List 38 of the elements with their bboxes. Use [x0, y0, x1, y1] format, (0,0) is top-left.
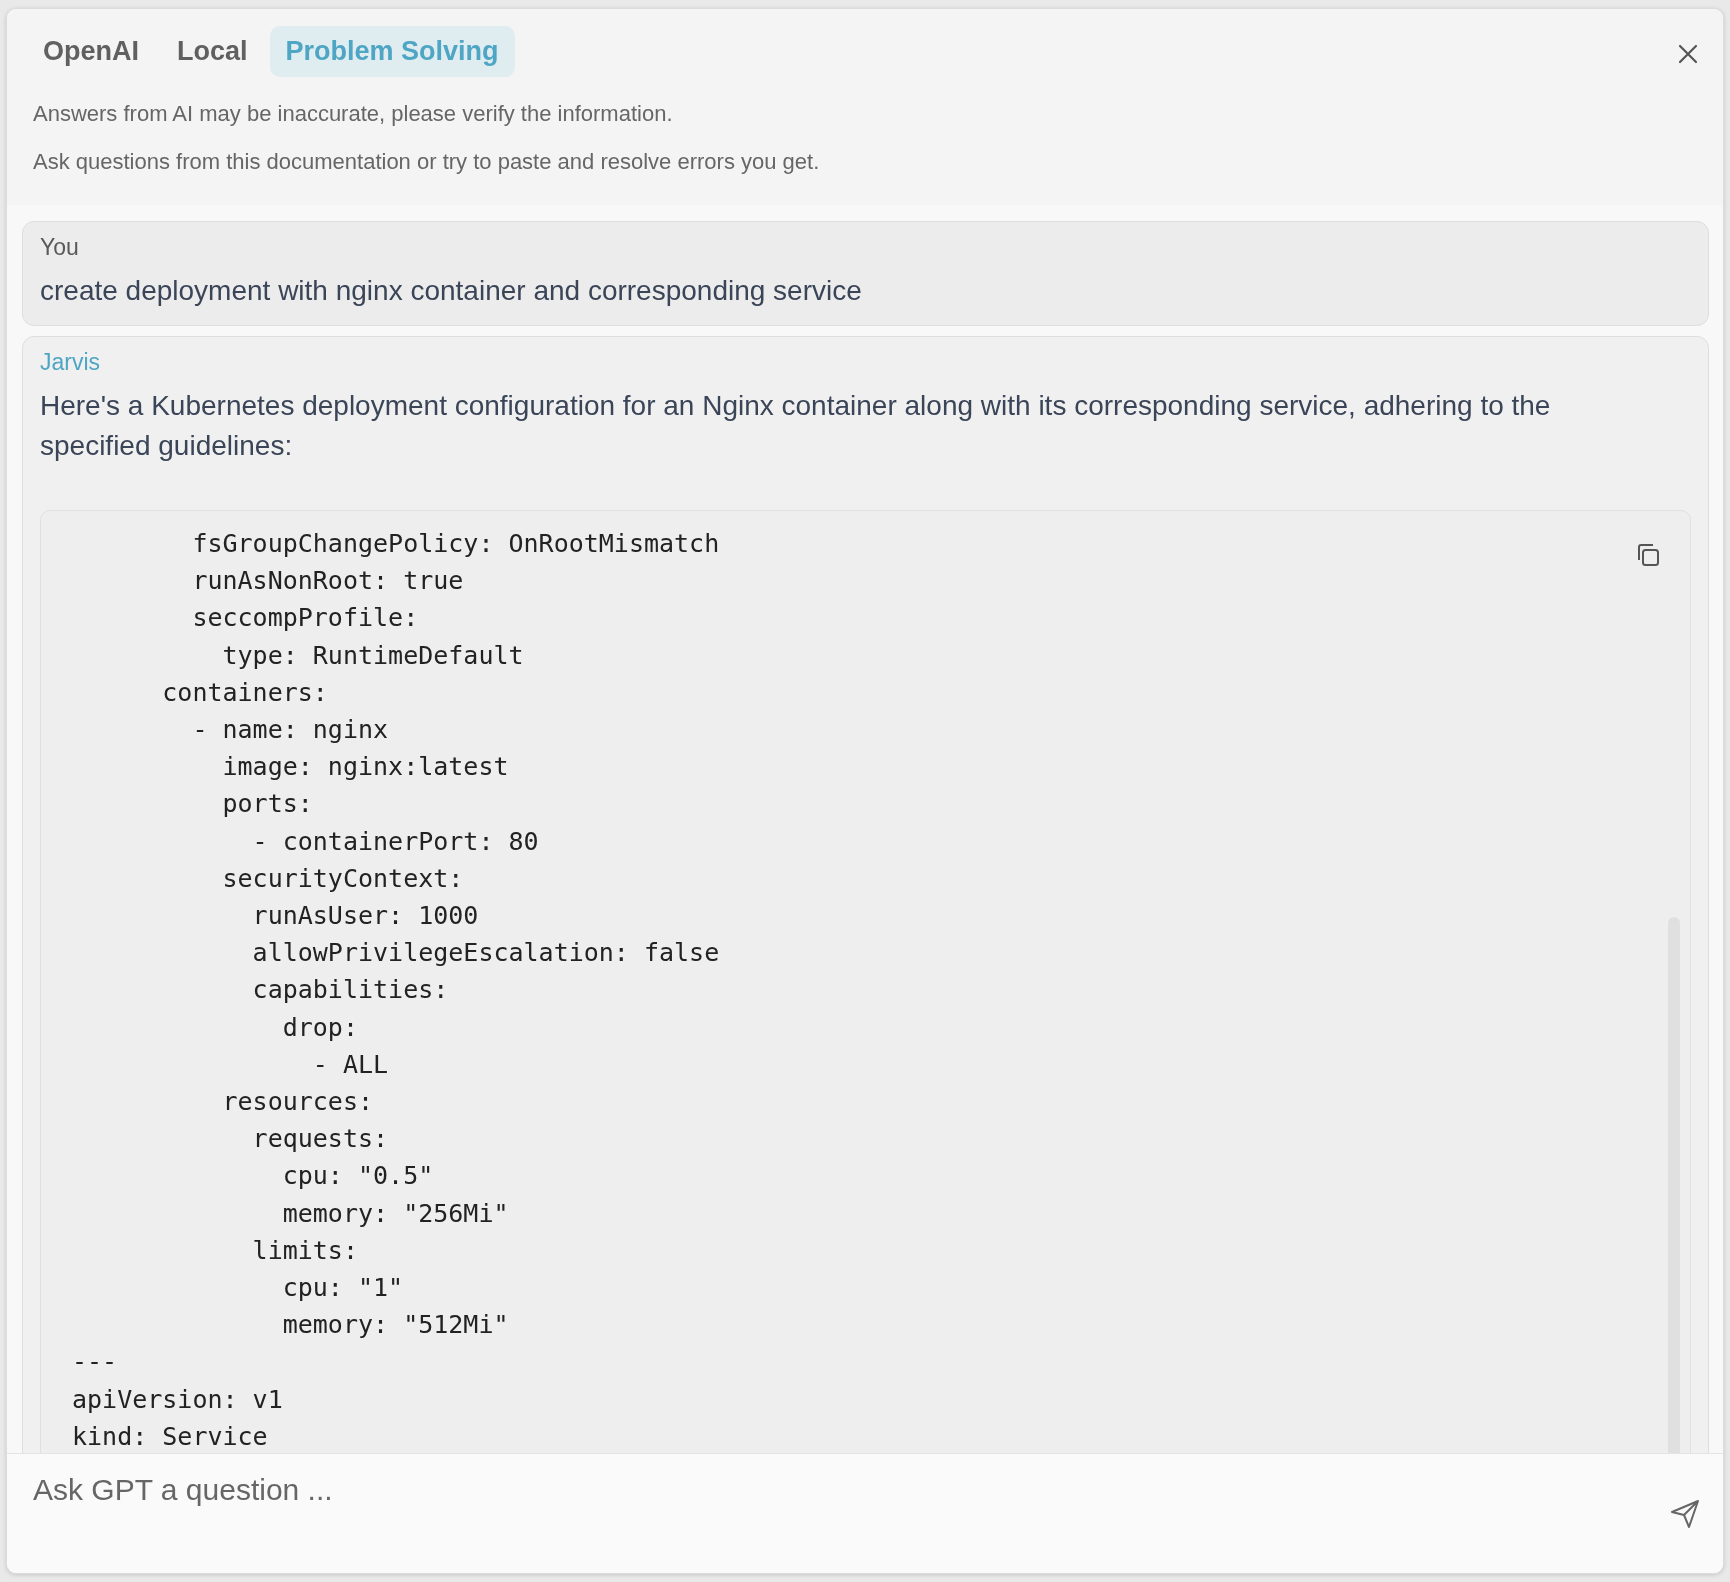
code-line: runAsUser: 1000	[251, 900, 479, 933]
code-line: drop:	[281, 1011, 358, 1044]
code-line: limits:	[251, 1234, 358, 1267]
code-line: containers:	[161, 676, 328, 709]
code-line: requests:	[251, 1123, 389, 1156]
code-line: - containerPort: 80	[251, 825, 539, 858]
message-author: Jarvis	[40, 349, 102, 376]
code-line: securityContext:	[221, 862, 464, 895]
code-line: memory: "256Mi"	[281, 1197, 509, 1230]
code-line: runAsNonRoot: true	[191, 565, 464, 598]
scrollbar[interactable]	[1668, 917, 1680, 1453]
notice-text: Ask questions from this documentation or try to paste and resolve errors you get.	[33, 149, 821, 175]
code-line: apiVersion: v1	[72, 1383, 283, 1416]
code-line: fsGroupChangePolicy: OnRootMismatch	[191, 528, 720, 560]
tab[interactable]: OpenAI	[27, 26, 155, 77]
code-line: memory: "512Mi"	[281, 1309, 509, 1342]
code-line: - ALL	[311, 1048, 389, 1081]
message-text: Here's a Kubernetes deployment configuration for an Nginx container along with its corresponding service, adhering to the specified guidelines:	[40, 389, 1552, 463]
tab[interactable]: Local	[161, 26, 264, 77]
code-line: capabilities:	[251, 974, 449, 1007]
send-icon[interactable]	[1669, 1498, 1701, 1530]
code-line: cpu: "0.5"	[281, 1160, 434, 1193]
close-icon[interactable]	[1677, 43, 1699, 65]
code-line: image: nginx:latest	[221, 751, 509, 784]
message-text: create deployment with nginx container and corresponding service	[40, 274, 863, 308]
question-field[interactable]: Ask GPT a question ...	[31, 1472, 1699, 1508]
code-line: resources:	[221, 1086, 374, 1119]
code-line: ports:	[221, 788, 313, 821]
code-line: seccompProfile:	[191, 602, 419, 635]
code-line: kind: Service	[72, 1420, 268, 1453]
question-box[interactable]: Ask GPT a question ...	[7, 1453, 1723, 1573]
code-line: - name: nginx	[191, 714, 389, 746]
code-line: type: RuntimeDefault	[221, 639, 524, 672]
code-line: allowPrivilegeEscalation: false	[251, 937, 720, 970]
message-author: You	[40, 234, 80, 261]
notice-text: Answers from AI may be inaccurate, please verify the information.	[33, 101, 674, 127]
code-line: ---	[72, 1346, 118, 1379]
code-line: cpu: "1"	[281, 1272, 404, 1305]
